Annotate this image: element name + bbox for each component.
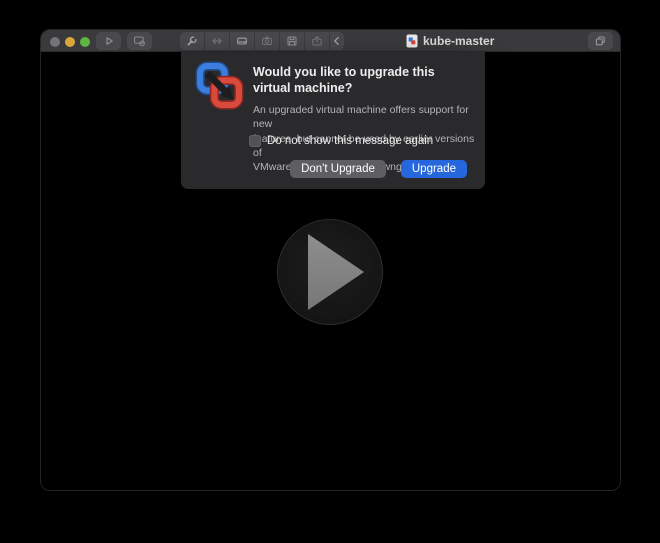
vmware-fusion-window: kube-master Would you like to upgrade th… — [41, 30, 620, 490]
dont-show-again-checkbox[interactable]: Do not show this message again — [249, 135, 433, 147]
upgrade-button[interactable]: Upgrade — [401, 160, 467, 178]
display-restore-icon — [133, 35, 146, 47]
snapshots-button[interactable] — [127, 32, 152, 50]
close-button[interactable] — [50, 37, 60, 47]
save-button[interactable] — [280, 32, 305, 50]
wrench-icon — [186, 35, 198, 47]
window-title: kube-master — [423, 34, 494, 48]
dialog-button-row: Don't Upgrade Upgrade — [290, 160, 467, 178]
checkbox-label: Do not show this message again — [267, 135, 433, 147]
dialog-title: Would you like to upgrade this virtual m… — [253, 64, 475, 96]
minimize-button[interactable] — [65, 37, 75, 47]
resize-button[interactable] — [205, 32, 230, 50]
drive-icon — [236, 35, 248, 47]
export-arrow-icon — [311, 35, 323, 47]
dialog-body-line1: An upgraded virtual machine offers suppo… — [253, 103, 475, 132]
camera-icon — [261, 35, 273, 47]
dialog-title-line1: Would you like to upgrade this — [253, 64, 475, 80]
window-titlebar[interactable]: kube-master — [41, 30, 620, 52]
checkbox-box[interactable] — [249, 135, 261, 147]
window-title-group: kube-master — [406, 33, 494, 49]
collapse-toolbar-button[interactable] — [330, 32, 344, 50]
overlapping-windows-icon — [594, 35, 607, 47]
start-vm-overlay-button[interactable] — [277, 219, 383, 325]
horizontal-arrows-icon — [211, 35, 223, 47]
dialog-title-line2: virtual machine? — [253, 80, 475, 96]
play-outline-icon — [103, 35, 115, 47]
export-button[interactable] — [305, 32, 330, 50]
vmware-document-icon — [406, 34, 418, 48]
chevron-left-icon — [331, 35, 343, 47]
hard-disk-button[interactable] — [230, 32, 255, 50]
toggle-display-mode-button[interactable] — [588, 32, 613, 50]
dont-upgrade-button[interactable]: Don't Upgrade — [290, 160, 386, 178]
floppy-icon — [286, 35, 298, 47]
vm-toolbar — [180, 32, 344, 50]
dialog-text-block: Would you like to upgrade this virtual m… — [253, 64, 475, 174]
start-vm-button[interactable] — [96, 32, 121, 50]
settings-button[interactable] — [180, 32, 205, 50]
vmware-fusion-logo-icon — [195, 61, 244, 110]
zoom-button[interactable] — [80, 37, 90, 47]
snapshot-camera-button[interactable] — [255, 32, 280, 50]
play-icon — [278, 220, 382, 324]
upgrade-dialog: Would you like to upgrade this virtual m… — [181, 52, 485, 189]
